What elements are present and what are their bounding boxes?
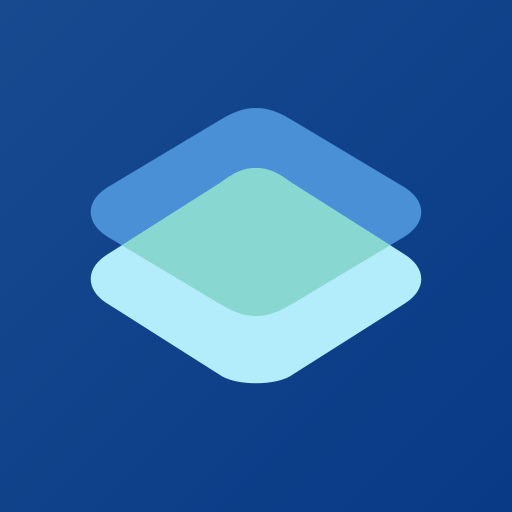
layers-icon [0, 0, 512, 512]
app-icon-canvas [0, 0, 512, 512]
